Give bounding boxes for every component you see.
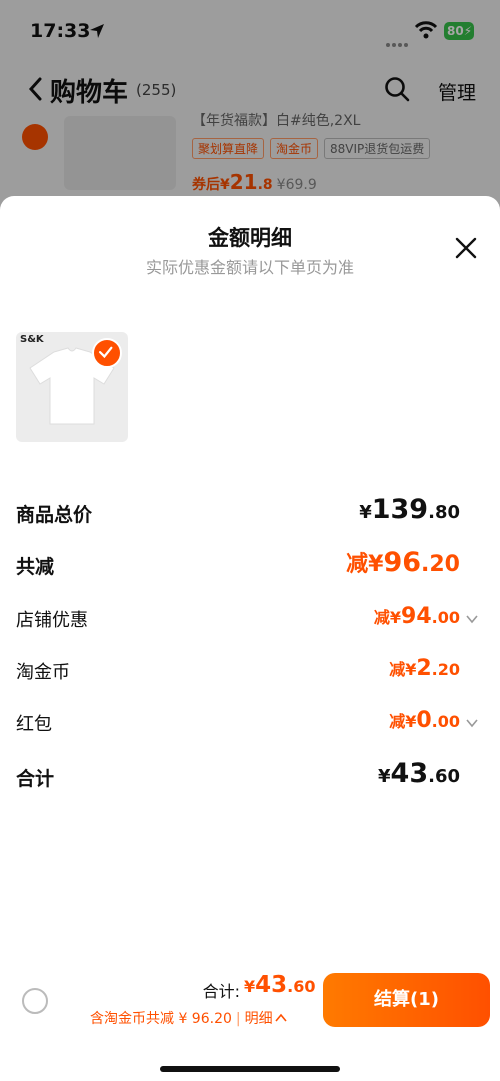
amount-detail-sheet: 金额明细 实际优惠金额请以下单页为准 S&K 商品总价 ¥139.80 共减 减… [0,196,500,1081]
discount-text: 含淘金币共减 ¥ 96.20 [90,1011,232,1027]
row-value: 减¥0.00 [389,708,460,733]
row-red-packet[interactable]: 红包 减¥0.00 [16,704,484,744]
row-label: 商品总价 [16,504,93,526]
sheet-subtitle: 实际优惠金额请以下单页为准 [145,258,354,277]
row-taojinbi: 淘金币 减¥2.20 [16,652,484,692]
detail-toggle[interactable]: 明细 [245,1011,273,1027]
sheet-title: 金额明细 [208,226,292,250]
product-brand: S&K [20,334,44,345]
row-value: ¥43.60 [378,758,460,789]
row-value: ¥139.80 [359,494,460,525]
row-value: 减¥2.20 [389,656,460,681]
row-label: 共减 [16,556,55,578]
row-total-discount: 共减 减¥96.20 [16,546,484,586]
row-total: 合计 ¥43.60 [16,758,484,798]
row-label: 红包 [16,714,52,735]
row-shop-discount[interactable]: 店铺优惠 减¥94.00 [16,600,484,640]
checkout-button[interactable]: 结算(1) [323,973,490,1027]
chevron-down-icon[interactable] [466,614,478,624]
row-value: 减¥94.00 [373,604,460,629]
selected-check-icon[interactable] [92,338,122,368]
row-label: 合计 [16,768,55,790]
row-label: 淘金币 [16,662,70,683]
close-icon[interactable] [454,236,478,260]
discount-summary[interactable]: 含淘金币共减 ¥ 96.20 | 明细 [90,1008,287,1028]
total-amount: ¥43.60 [244,972,316,998]
checkout-bar: 合计: ¥43.60 含淘金币共减 ¥ 96.20 | 明细 结算(1) [0,960,500,1081]
chevron-up-icon[interactable] [274,1013,287,1023]
total-label: 合计: [202,982,240,1001]
select-all-radio[interactable] [22,988,48,1014]
home-indicator [160,1066,340,1072]
row-label: 店铺优惠 [16,610,88,631]
row-value: 减¥96.20 [346,547,460,578]
chevron-down-icon[interactable] [466,718,478,728]
row-subtotal: 商品总价 ¥139.80 [16,494,484,534]
